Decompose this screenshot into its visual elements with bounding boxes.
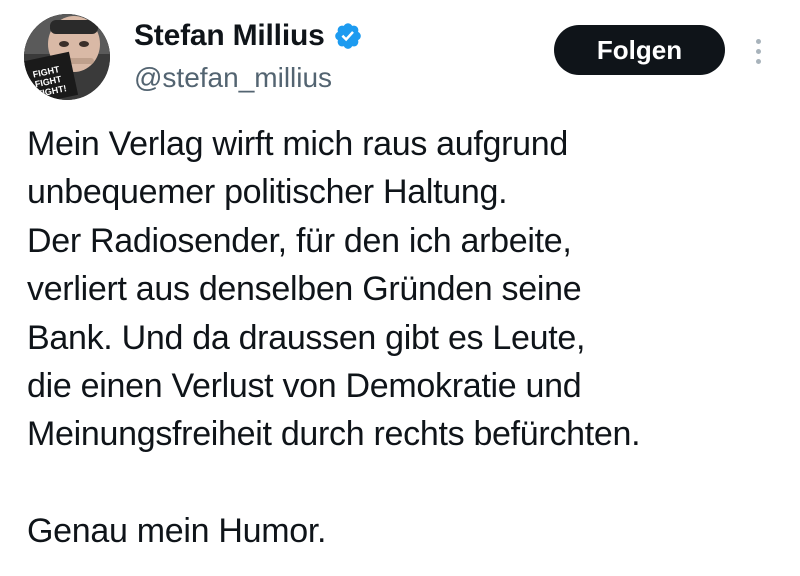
verified-badge-icon (333, 21, 363, 51)
tweet-text-line: Bank. Und da draussen gibt es Leute, (27, 318, 586, 357)
display-name[interactable]: Stefan Millius (134, 19, 325, 53)
tweet-card: FIGHT FIGHT FIGHT! Stefan Millius @stefa… (0, 0, 800, 576)
tweet-text-line: verliert aus denselben Gründen seine (27, 270, 582, 309)
author-block: Stefan Millius @stefan_millius (134, 16, 363, 94)
tweet-text-line: die einen Verlust von Demokratie und (27, 367, 582, 406)
tweet-text-line: unbequemer politischer Haltung. (27, 173, 508, 212)
more-dot (755, 58, 761, 64)
follow-button[interactable]: Folgen (554, 25, 725, 75)
user-handle[interactable]: @stefan_millius (134, 62, 363, 94)
tweet-text-line: Mein Verlag wirft mich raus aufgrund (27, 125, 569, 163)
tweet-text-line: Meinungsfreiheit durch rechts befürchten… (27, 415, 641, 454)
more-vertical-icon[interactable] (744, 28, 772, 74)
tweet-text-closing: Genau mein Humor. (27, 512, 327, 551)
tweet-text-line: Der Radiosender, für den ich arbeite, (27, 221, 572, 260)
more-dot (755, 38, 761, 44)
tweet-text: Mein Verlag wirft mich raus aufgrund unb… (27, 120, 787, 556)
avatar[interactable]: FIGHT FIGHT FIGHT! (24, 14, 110, 100)
avatar-photo: FIGHT FIGHT FIGHT! (24, 14, 110, 100)
name-row: Stefan Millius (134, 16, 363, 56)
more-dot (755, 48, 761, 54)
